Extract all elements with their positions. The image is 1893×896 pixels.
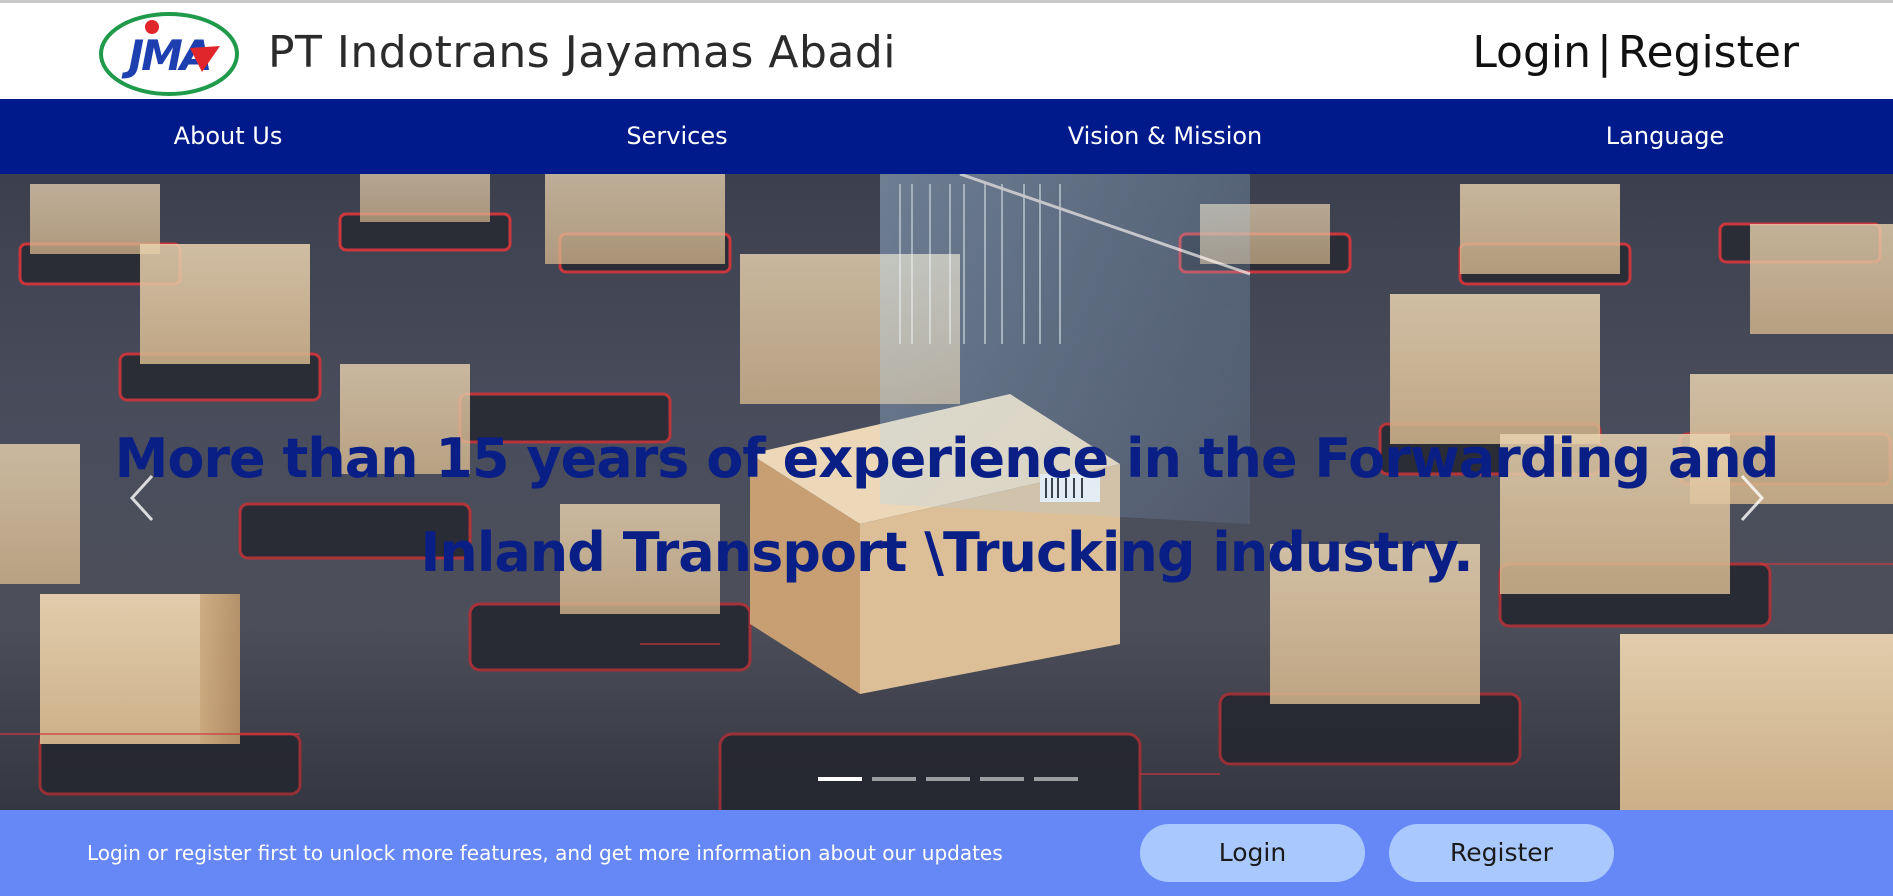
company-logo[interactable]: JMA xyxy=(98,10,240,98)
login-prompt-bar: Login or register first to unlock more f… xyxy=(0,810,1893,896)
register-button[interactable]: Register xyxy=(1389,824,1614,882)
carousel-indicator-5[interactable] xyxy=(1034,777,1078,781)
carousel-indicator-2[interactable] xyxy=(872,777,916,781)
chevron-left-icon[interactable] xyxy=(122,470,162,526)
company-name: PT Indotrans Jayamas Abadi xyxy=(268,27,897,78)
nav-item-vision-mission[interactable]: Vision & Mission xyxy=(1068,99,1263,174)
auth-separator: | xyxy=(1597,27,1612,78)
login-button[interactable]: Login xyxy=(1140,824,1365,882)
chevron-right-icon[interactable] xyxy=(1732,470,1772,526)
hero-headline-line-2: Inland Transport \Trucking industry. xyxy=(420,521,1473,584)
hero-headline: More than 15 years of experience in the … xyxy=(0,412,1893,600)
nav-item-services[interactable]: Services xyxy=(626,99,727,174)
login-prompt-message: Login or register first to unlock more f… xyxy=(87,841,1003,865)
carousel-indicator-1[interactable] xyxy=(818,777,862,781)
nav-item-language[interactable]: Language xyxy=(1606,99,1724,174)
hero-carousel: More than 15 years of experience in the … xyxy=(0,174,1893,810)
nav-item-about-us[interactable]: About Us xyxy=(174,99,283,174)
carousel-indicator-4[interactable] xyxy=(980,777,1024,781)
carousel-indicator-3[interactable] xyxy=(926,777,970,781)
login-link[interactable]: Login xyxy=(1472,27,1591,78)
site-header: JMA PT Indotrans Jayamas Abadi Login | Reg… xyxy=(0,3,1893,99)
hero-headline-line-1: More than 15 years of experience in the … xyxy=(114,427,1780,490)
main-nav: About Us Services Vision & Mission Langu… xyxy=(0,99,1893,174)
auth-links: Login | Register xyxy=(1472,27,1799,78)
register-link[interactable]: Register xyxy=(1618,27,1799,78)
